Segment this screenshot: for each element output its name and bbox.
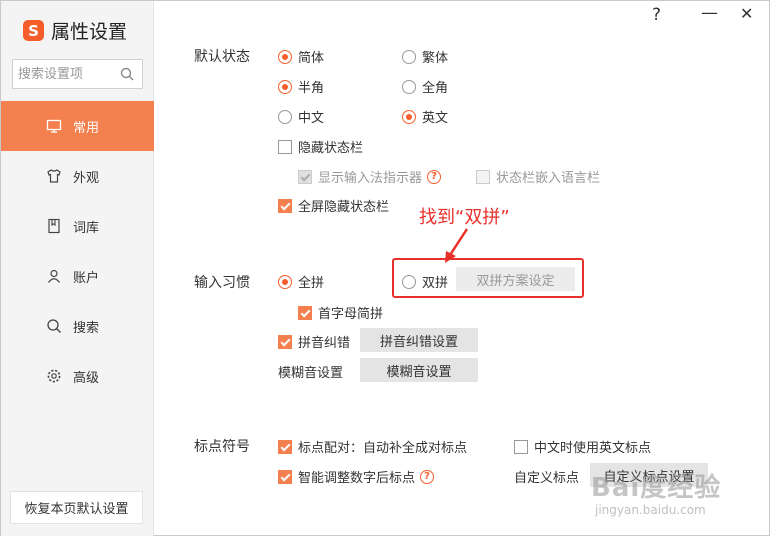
radio-indicator[interactable]: [278, 274, 292, 289]
checkbox-smart-adjust[interactable]: 智能调整数字后标点?: [278, 467, 435, 486]
option-label: 状态栏嵌入语言栏: [496, 171, 601, 186]
checkbox-indicator[interactable]: [476, 169, 490, 184]
option-label: 显示输入法指示器: [318, 171, 423, 186]
sidebar: S 属性设置 常用 外观 词库 账户: [1, 1, 154, 536]
checkbox-indicator[interactable]: [278, 139, 292, 154]
checkbox-hide-statusbar[interactable]: 隐藏状态栏: [278, 137, 363, 156]
option-label: 英文: [422, 111, 449, 126]
settings-window: S 属性设置 常用 外观 词库 账户: [0, 0, 770, 536]
checkbox-auto-pair[interactable]: 标点配对：自动补全成对标点: [278, 437, 467, 456]
help-button[interactable]: ?: [652, 5, 661, 25]
custom-punct-label: 自定义标点: [514, 467, 579, 486]
checkbox-fullscreen-hide[interactable]: 全屏隐藏状态栏: [278, 196, 389, 215]
radio-shuangpin[interactable]: 双拼: [402, 272, 448, 291]
sidebar-item-label: 账户: [73, 270, 100, 286]
option-label: 拼音纠错: [298, 336, 351, 351]
sogou-logo-icon: S: [23, 20, 44, 41]
checkbox-indicator[interactable]: [514, 439, 528, 454]
option-label: 中文时使用英文标点: [534, 441, 652, 456]
radio-halfwidth[interactable]: 半角: [278, 77, 324, 96]
search-icon[interactable]: [120, 67, 134, 81]
watermark-url: jingyan.baidu.com: [595, 503, 706, 517]
option-label: 自定义标点: [514, 471, 580, 486]
radio-fullwidth[interactable]: 全角: [402, 77, 448, 96]
checkbox-english-punct[interactable]: 中文时使用英文标点: [514, 437, 651, 456]
app-title: 属性设置: [51, 21, 128, 43]
watermark-logo: Bai度经验: [591, 473, 722, 503]
sidebar-item-label: 搜索: [73, 320, 100, 336]
book-icon: [45, 217, 63, 235]
checkbox-initials[interactable]: 首字母简拼: [298, 303, 383, 322]
fuzzy-settings-label: 模糊音设置: [278, 362, 343, 381]
user-icon: [45, 267, 63, 285]
radio-indicator[interactable]: [402, 49, 416, 64]
radio-indicator[interactable]: [402, 274, 416, 289]
app-logo: S 属性设置: [23, 17, 127, 44]
monitor-icon: [45, 117, 63, 135]
fuzzy-settings-button[interactable]: 模糊音设置: [360, 358, 478, 382]
sidebar-item-label: 外观: [73, 170, 100, 186]
checkbox-pinyin-correction[interactable]: 拼音纠错: [278, 332, 350, 351]
option-label: 隐藏状态栏: [298, 141, 364, 156]
radio-quanpin[interactable]: 全拼: [278, 272, 324, 291]
gear-icon: [45, 367, 63, 385]
radio-chinese[interactable]: 中文: [278, 107, 324, 126]
search-box[interactable]: [12, 59, 143, 89]
help-icon[interactable]: ?: [427, 169, 442, 184]
checkbox-indicator[interactable]: [278, 469, 292, 484]
option-label: 简体: [298, 51, 325, 66]
help-icon[interactable]: ?: [420, 469, 435, 484]
checkbox-indicator[interactable]: [278, 334, 292, 349]
option-label: 全角: [422, 81, 449, 96]
radio-indicator[interactable]: [402, 109, 416, 124]
option-label: 繁体: [422, 51, 449, 66]
radio-indicator[interactable]: [402, 79, 416, 94]
annotation-text: 找到“双拼”: [419, 207, 510, 228]
radio-traditional[interactable]: 繁体: [402, 47, 448, 66]
shirt-icon: [45, 167, 63, 185]
shuangpin-scheme-button[interactable]: 双拼方案设定: [456, 267, 575, 291]
checkbox-show-indicator[interactable]: 显示输入法指示器?: [298, 167, 442, 186]
checkbox-embed-langbar[interactable]: 状态栏嵌入语言栏: [476, 167, 600, 186]
search-input[interactable]: [13, 60, 117, 88]
sidebar-item-label: 高级: [73, 370, 100, 386]
radio-english[interactable]: 英文: [402, 107, 448, 126]
sidebar-item-account[interactable]: 账户: [1, 251, 154, 301]
option-label: 模糊音设置: [278, 366, 344, 381]
default-state-label: 默认状态: [194, 49, 250, 65]
option-label: 首字母简拼: [318, 307, 384, 322]
checkbox-indicator[interactable]: [278, 439, 292, 454]
pinyin-correction-settings-button[interactable]: 拼音纠错设置: [360, 328, 478, 352]
sidebar-item-appearance[interactable]: 外观: [1, 151, 154, 201]
radio-indicator[interactable]: [278, 79, 292, 94]
checkbox-indicator[interactable]: [278, 198, 292, 213]
input-habit-label: 输入习惯: [194, 275, 250, 291]
option-label: 全拼: [298, 276, 325, 291]
option-label: 半角: [298, 81, 325, 96]
option-label: 中文: [298, 111, 325, 126]
checkbox-indicator[interactable]: [298, 305, 312, 320]
restore-defaults-button[interactable]: 恢复本页默认设置: [10, 491, 143, 524]
minimize-button[interactable]: —: [701, 3, 718, 23]
option-label: 智能调整数字后标点: [298, 471, 416, 486]
radio-indicator[interactable]: [278, 109, 292, 124]
option-label: 双拼: [422, 276, 449, 291]
option-label: 标点配对：自动补全成对标点: [298, 441, 468, 456]
sidebar-item-search[interactable]: 搜索: [1, 301, 154, 351]
radio-indicator[interactable]: [278, 49, 292, 64]
sidebar-item-dictionary[interactable]: 词库: [1, 201, 154, 251]
sidebar-item-label: 常用: [73, 120, 100, 136]
punctuation-label: 标点符号: [194, 439, 250, 455]
close-button[interactable]: ✕: [740, 4, 753, 23]
radio-simplified[interactable]: 简体: [278, 47, 324, 66]
option-label: 全屏隐藏状态栏: [298, 200, 390, 215]
checkbox-indicator[interactable]: [298, 169, 312, 184]
search-icon: [45, 317, 63, 335]
sidebar-item-advanced[interactable]: 高级: [1, 351, 154, 401]
sidebar-item-common[interactable]: 常用: [1, 101, 154, 151]
sidebar-item-label: 词库: [73, 220, 100, 236]
sidebar-nav: 常用 外观 词库 账户 搜索 高级: [1, 101, 154, 401]
